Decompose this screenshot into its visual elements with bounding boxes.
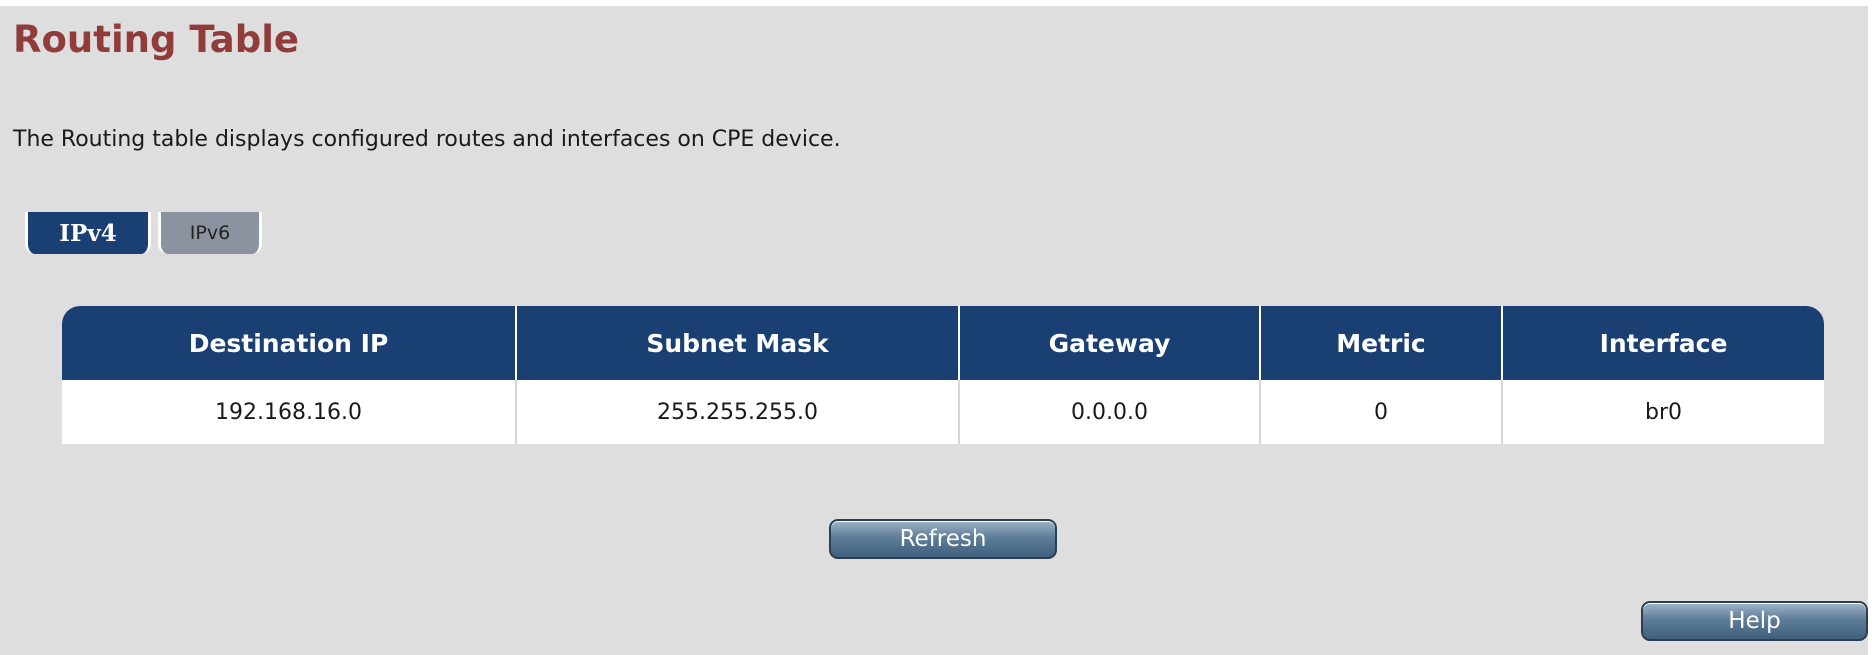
- column-header-gateway: Gateway: [959, 306, 1261, 380]
- column-header-metric: Metric: [1260, 306, 1503, 380]
- tab-ipv4[interactable]: IPv4: [25, 212, 151, 254]
- column-header-subnet-mask: Subnet Mask: [516, 306, 960, 380]
- column-header-destination-ip: Destination IP: [62, 306, 517, 380]
- tab-ipv6[interactable]: IPv6: [158, 212, 262, 254]
- cell-interface: br0: [1502, 380, 1824, 444]
- page-title: Routing Table: [13, 18, 300, 61]
- tab-ipv6-label: IPv6: [189, 222, 231, 244]
- help-button[interactable]: Help: [1641, 601, 1868, 641]
- column-header-interface: Interface: [1502, 306, 1824, 380]
- refresh-button[interactable]: Refresh: [829, 519, 1057, 559]
- page-description: The Routing table displays configured ro…: [13, 127, 841, 152]
- table-header-row: Destination IP Subnet Mask Gateway Metri…: [62, 306, 1824, 380]
- cell-destination-ip: 192.168.16.0: [62, 380, 517, 444]
- routing-table: Destination IP Subnet Mask Gateway Metri…: [62, 306, 1824, 444]
- table-row: 192.168.16.0 255.255.255.0 0.0.0.0 0 br0: [62, 380, 1824, 444]
- cell-gateway: 0.0.0.0: [959, 380, 1261, 444]
- cell-metric: 0: [1260, 380, 1503, 444]
- refresh-button-label: Refresh: [899, 526, 987, 552]
- tab-ipv4-label: IPv4: [59, 219, 117, 247]
- help-button-label: Help: [1728, 608, 1781, 634]
- cell-subnet-mask: 255.255.255.0: [516, 380, 960, 444]
